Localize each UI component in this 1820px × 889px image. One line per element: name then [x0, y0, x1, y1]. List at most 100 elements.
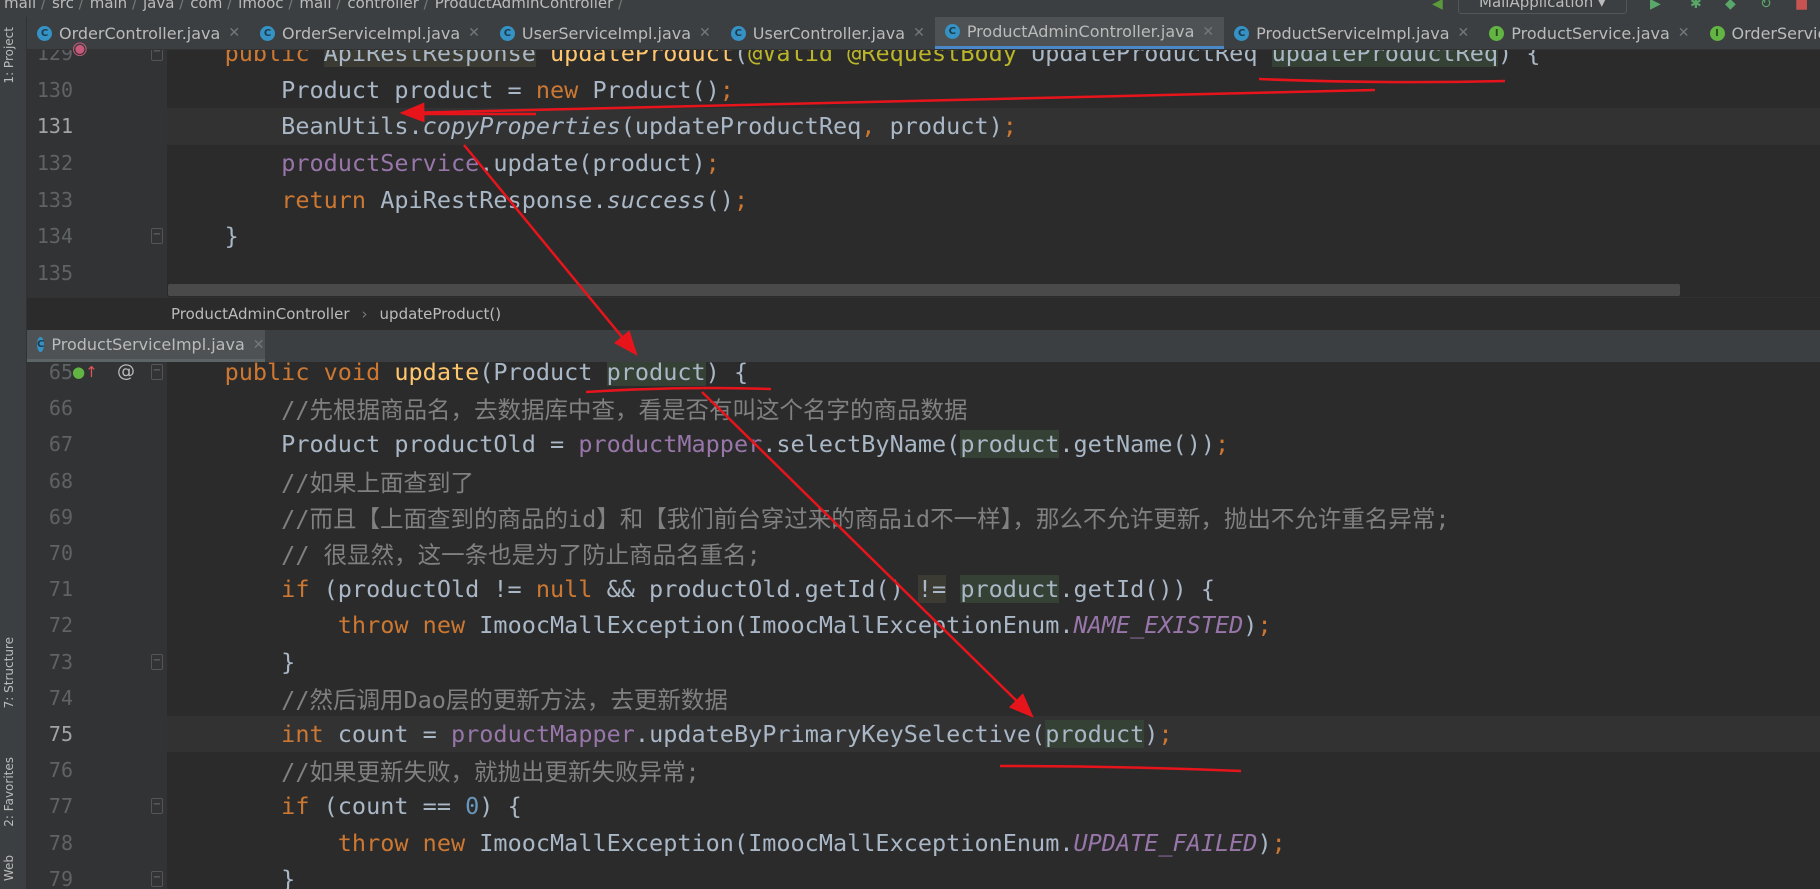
close-icon[interactable]: ✕	[228, 25, 240, 41]
close-icon[interactable]: ✕	[1678, 25, 1690, 41]
fold-marker-icon[interactable]: −	[151, 228, 163, 244]
close-icon[interactable]: ✕	[699, 25, 711, 41]
line-number: 79	[48, 866, 73, 889]
code-token: ;	[719, 75, 734, 104]
path-crumb[interactable]: mall	[299, 0, 341, 12]
code-token: ImoocMallException(ImoocMallExceptionEnu…	[465, 611, 1074, 640]
code-line[interactable]: 134 }	[27, 218, 1820, 255]
path-crumb[interactable]: src	[52, 0, 84, 12]
code-token: product)	[889, 112, 1003, 141]
code-text: }	[168, 648, 295, 676]
code-line[interactable]: 66 //先根据商品名，去数据库中查，看是否有叫这个名字的商品数据	[27, 390, 1820, 426]
path-crumb[interactable]: imooc	[238, 0, 293, 12]
split-editor-tabs: C ProductServiceImpl.java ✕	[27, 330, 1820, 362]
debug-icon[interactable]: ✱	[1690, 0, 1702, 12]
close-icon[interactable]: ✕	[913, 25, 925, 41]
path-crumb[interactable]: com	[190, 0, 232, 12]
fold-marker-icon[interactable]: −	[151, 364, 163, 380]
code-line[interactable]: 75 int count = productMapper.updateByPri…	[27, 716, 1820, 753]
code-token: success	[606, 185, 706, 214]
code-line[interactable]: 76 //如果更新失败，就抛出更新失败异常;	[27, 752, 1820, 788]
code-token: @RequestBody	[847, 50, 1017, 68]
coverage-icon[interactable]: ◆	[1725, 0, 1736, 12]
close-icon[interactable]: ✕	[253, 337, 265, 353]
path-crumb[interactable]: ProductAdminController	[435, 0, 623, 12]
code-token: // 很显然，这一条也是为了防止商品名重名;	[168, 541, 761, 570]
code-line[interactable]: 79 }	[27, 861, 1820, 889]
profile-icon[interactable]: ↻	[1760, 0, 1772, 12]
web-tool-button[interactable]: Web	[2, 855, 16, 881]
tab-productservice[interactable]: I ProductService.java ✕	[1479, 17, 1699, 49]
code-line[interactable]: 73 }	[27, 644, 1820, 680]
line-number: 72	[48, 613, 73, 638]
code-text: public void update(Product product) {	[168, 362, 748, 387]
code-line[interactable]: 68 //如果上面查到了	[27, 463, 1820, 499]
editor-tabs: C OrderController.java ✕ C OrderServiceImpl.…	[27, 17, 1820, 50]
fold-marker-icon[interactable]: −	[151, 50, 163, 61]
horizontal-scrollbar[interactable]	[168, 284, 1680, 296]
code-token: //先根据商品名，去数据库中查，看是否有叫这个名字的商品数据	[168, 396, 968, 425]
tab-usercontroller[interactable]: C UserController.java ✕	[721, 17, 935, 49]
top-editor-pane[interactable]: 129 public ApiRestResponse updateProduct…	[27, 50, 1820, 297]
code-line[interactable]: 130 Product product = new Product();	[27, 72, 1820, 109]
run-configuration-select[interactable]: MallApplication ▾	[1458, 0, 1627, 14]
breadcrumb-class[interactable]: ProductAdminController	[171, 305, 350, 323]
fold-marker-icon[interactable]: −	[151, 798, 163, 815]
bottom-editor-pane[interactable]: 65 public void update(Product product) {…	[27, 362, 1820, 889]
stop-icon[interactable]: ■	[1795, 0, 1808, 12]
back-arrow-icon[interactable]: ◀	[1432, 0, 1443, 12]
close-icon[interactable]: ✕	[1458, 25, 1470, 41]
code-line[interactable]: 131 BeanUtils.copyProperties(updateProdu…	[27, 108, 1820, 145]
tab-ordercontroller[interactable]: C OrderController.java ✕	[27, 17, 250, 49]
tab-productserviceimpl[interactable]: C ProductServiceImpl.java ✕	[1224, 17, 1479, 49]
code-line[interactable]: 132 productService.update(product);	[27, 145, 1820, 182]
code-line[interactable]: 72 throw new ImoocMallException(ImoocMal…	[27, 607, 1820, 643]
code-line[interactable]: 69 //而且【上面查到的商品的id】和【我们前台穿过来的商品id不一样】，那么…	[27, 499, 1820, 535]
tab-orderservice[interactable]: IOrderService.java✕	[1700, 17, 1820, 49]
project-tool-button[interactable]: 1: Project	[2, 27, 16, 84]
code-line[interactable]: 74 //然后调用Dao层的更新方法，去更新数据	[27, 680, 1820, 716]
path-crumb[interactable]: controller	[347, 0, 428, 12]
code-line[interactable]: 70 // 很显然，这一条也是为了防止商品名重名;	[27, 535, 1820, 571]
structure-tool-button[interactable]: 7: Structure	[2, 637, 16, 708]
code-token: ;	[1002, 112, 1017, 141]
code-token: (count ==	[309, 792, 466, 821]
run-icon[interactable]: ▶	[1650, 0, 1661, 12]
path-crumb[interactable]: main	[90, 0, 137, 12]
code-line[interactable]: 67 Product productOld = productMapper.se…	[27, 426, 1820, 462]
code-text: if (productOld != null && productOld.get…	[168, 575, 1215, 604]
override-annotation-icon[interactable]: @	[117, 362, 135, 382]
code-token: //如果更新失败，就抛出更新失败异常;	[168, 758, 700, 787]
implements-icon[interactable]: ●↑	[72, 363, 98, 381]
code-token: throw new	[168, 611, 466, 640]
close-icon[interactable]: ✕	[1202, 24, 1214, 40]
code-line[interactable]: 129 public ApiRestResponse updateProduct…	[27, 50, 1820, 72]
tab-userserviceimpl[interactable]: C UserServiceImpl.java ✕	[490, 17, 721, 49]
breadcrumb-method[interactable]: updateProduct()	[380, 305, 502, 323]
tab-product-service-impl[interactable]: C ProductServiceImpl.java ✕	[27, 330, 265, 362]
code-line[interactable]: 65 public void update(Product product) {	[27, 362, 1820, 390]
mapping-icon[interactable]: ◉	[72, 38, 88, 59]
code-line[interactable]: 78 throw new ImoocMallException(ImoocMal…	[27, 825, 1820, 861]
code-token: @Valid	[748, 50, 834, 68]
tab-productadmincontroller[interactable]: C ProductAdminController.java ✕	[934, 17, 1225, 49]
tab-label: UserServiceImpl.java	[521, 23, 692, 43]
close-icon[interactable]: ✕	[468, 25, 480, 41]
code-line[interactable]: 133 return ApiRestResponse.success();	[27, 181, 1820, 218]
favorites-tool-button[interactable]: 2: Favorites	[2, 757, 16, 827]
code-token: Product product =	[168, 75, 536, 104]
tab-orderserviceimpl[interactable]: C OrderServiceImpl.java ✕	[250, 17, 490, 49]
line-number: 66	[48, 396, 73, 421]
tool-window-sidebar: 1: Project 7: Structure 2: Favorites Web	[0, 17, 27, 889]
line-number: 134	[36, 224, 73, 249]
fold-marker-icon[interactable]: −	[151, 870, 163, 887]
tab-label: ProductAdminController.java	[966, 22, 1195, 41]
path-crumb[interactable]: mall	[4, 0, 46, 12]
path-crumb[interactable]: java	[143, 0, 184, 12]
code-line[interactable]: 77 if (count == 0) {	[27, 788, 1820, 824]
fold-marker-icon[interactable]: −	[151, 653, 163, 670]
code-line[interactable]: 71 if (productOld != null && productOld.…	[27, 571, 1820, 607]
code-token: product	[1045, 720, 1145, 749]
